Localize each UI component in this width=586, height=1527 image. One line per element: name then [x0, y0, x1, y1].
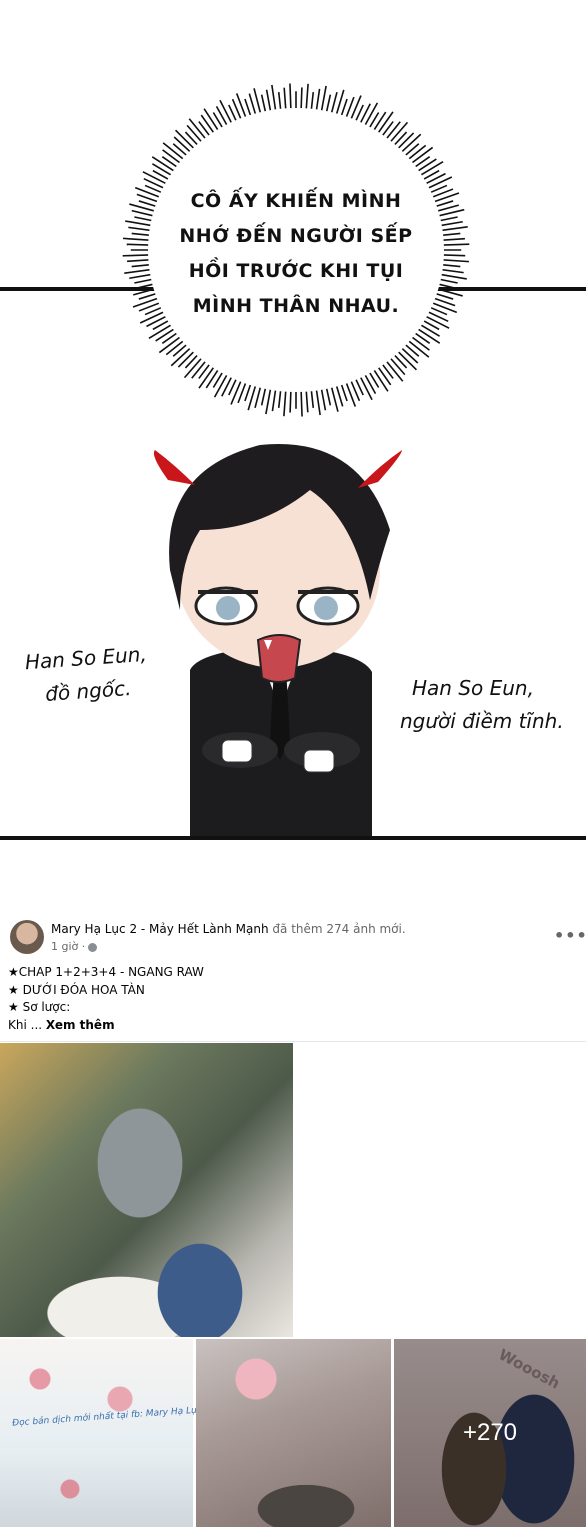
caption-line: người điềm tĩnh. — [400, 709, 564, 733]
divider — [0, 1041, 586, 1042]
post-line: ★ Sơ lược: — [8, 1000, 71, 1014]
post-body: ★CHAP 1+2+3+4 - NGANG RAW ★ DƯỚI ĐÓA HOA… — [8, 964, 204, 1034]
bubble-line: CÔ ẤY KHIẾN MÌNH — [190, 190, 402, 212]
more-photos-count[interactable]: +270 — [394, 1339, 586, 1527]
bubble-text: CÔ ẤY KHIẾN MÌNH NHỚ ĐẾN NGƯỜI SẾP HỒI T… — [176, 184, 416, 324]
comic-panel: CÔ ẤY KHIẾN MÌNH NHỚ ĐẾN NGƯỜI SẾP HỒI T… — [0, 0, 586, 880]
truncated-text: Khi ... — [8, 1017, 43, 1032]
photo-thumb-1[interactable] — [0, 1339, 193, 1527]
right-caption: Han So Eun, người điềm tĩnh. — [400, 672, 564, 738]
more-options-button[interactable]: ••• — [554, 926, 586, 945]
author-name-link[interactable]: Mary Hạ Lục 2 - Mảy Hết Lành Mạnh — [51, 922, 269, 936]
globe-icon — [88, 942, 98, 952]
photo-main[interactable] — [0, 1043, 293, 1337]
see-more-link[interactable]: Xem thêm — [46, 1018, 115, 1032]
bubble-line: MÌNH THÂN NHAU. — [192, 295, 400, 317]
caption-line: Han So Eun, — [412, 676, 534, 700]
post-line: ★CHAP 1+2+3+4 - NGANG RAW — [8, 965, 204, 979]
post-timestamp[interactable]: 1 giờ · — [51, 940, 98, 953]
left-caption: Han So Eun, đồ ngốc. — [24, 638, 150, 712]
chibi-devil-character — [153, 444, 402, 836]
bubble-line: NHỚ ĐẾN NGƯỜI SẾP — [179, 225, 413, 247]
post-line: ★ DƯỚI ĐÓA HOA TÀN — [8, 982, 145, 997]
post-action-text: đã thêm 274 ảnh mới. — [272, 922, 406, 936]
timestamp-text: 1 giờ · — [51, 940, 86, 953]
post-line: Khi ... Xem thêm — [8, 1017, 204, 1035]
caption-line: đồ ngốc. — [44, 675, 133, 706]
photo-thumb-2[interactable] — [196, 1339, 391, 1527]
bubble-line: HỒI TRƯỚC KHI TỤI — [188, 260, 404, 282]
post-header: Mary Hạ Lục 2 - Mảy Hết Lành Mạnh đã thê… — [51, 922, 406, 936]
avatar[interactable] — [10, 920, 44, 954]
panel-border-bottom — [0, 836, 586, 840]
